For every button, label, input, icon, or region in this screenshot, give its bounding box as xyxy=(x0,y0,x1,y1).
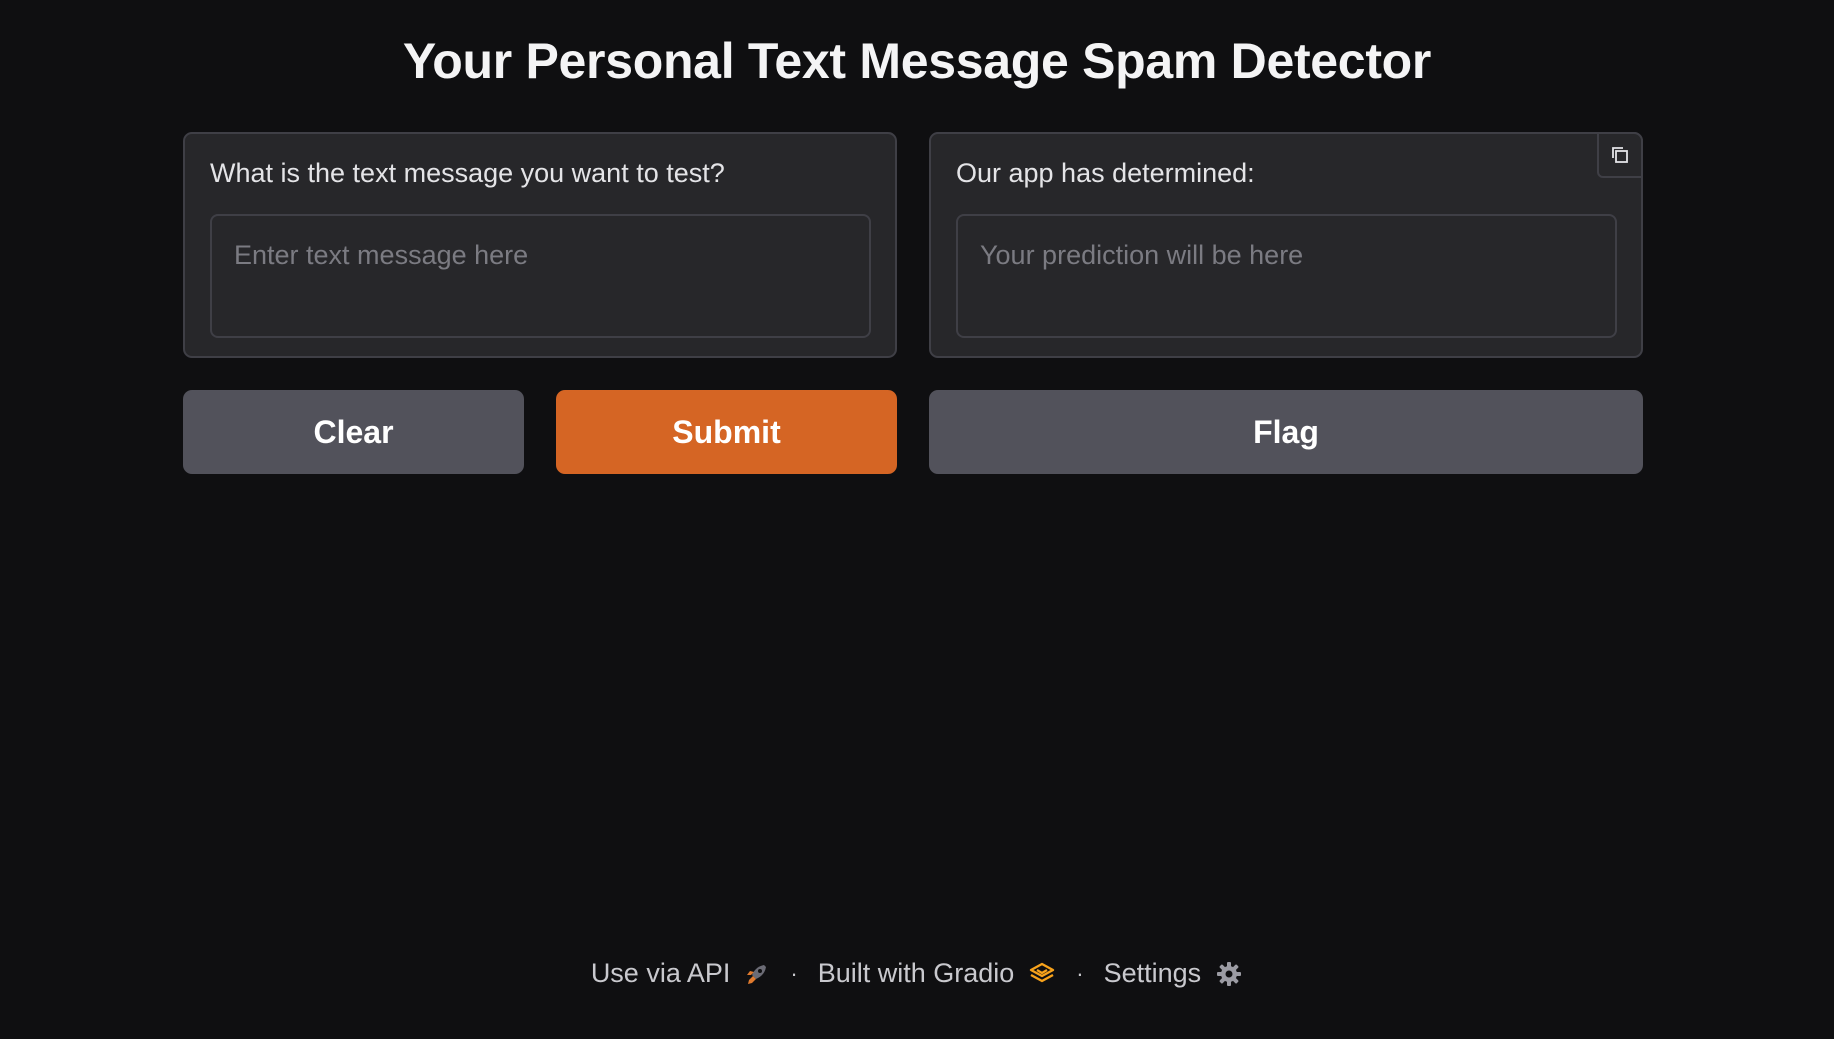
rocket-icon xyxy=(747,964,767,984)
prediction-output[interactable] xyxy=(956,214,1617,338)
settings-link[interactable]: Settings xyxy=(1104,958,1244,989)
footer-separator: · xyxy=(790,960,798,986)
input-panel: What is the text message you want to tes… xyxy=(183,132,897,358)
output-label: Our app has determined: xyxy=(956,158,1255,188)
footer-separator: · xyxy=(1076,960,1084,986)
gear-icon xyxy=(1217,961,1242,986)
clear-button[interactable]: Clear xyxy=(183,390,524,474)
use-via-api-label: Use via API xyxy=(590,958,731,988)
input-label: What is the text message you want to tes… xyxy=(210,158,725,188)
gradio-logo-icon xyxy=(1030,962,1055,982)
built-with-gradio-link[interactable]: Built with Gradio xyxy=(818,958,1057,989)
app-page: Your Personal Text Message Spam Detector… xyxy=(0,0,1834,1039)
flag-button[interactable]: Flag xyxy=(929,390,1643,474)
text-message-input[interactable] xyxy=(210,214,871,338)
page-title: Your Personal Text Message Spam Detector xyxy=(402,33,1432,89)
footer: Use via API · Built with Gradio · Settin… xyxy=(0,958,1834,989)
settings-label: Settings xyxy=(1103,958,1202,988)
output-panel: Our app has determined: xyxy=(929,132,1643,358)
use-via-api-link[interactable]: Use via API xyxy=(591,958,771,989)
copy-icon xyxy=(1612,147,1628,163)
built-with-gradio-label: Built with Gradio xyxy=(817,958,1015,988)
copy-button[interactable] xyxy=(1597,132,1643,178)
submit-button[interactable]: Submit xyxy=(556,390,897,474)
